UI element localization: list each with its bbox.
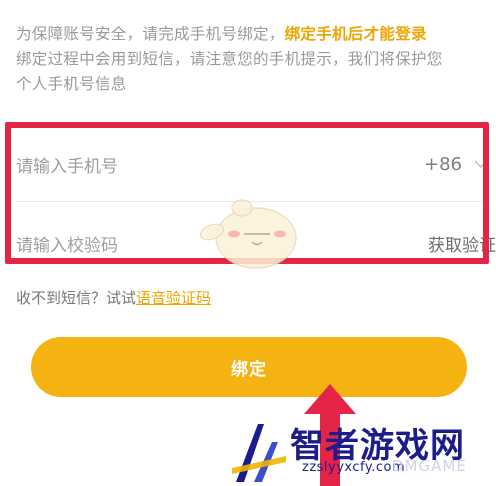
bind-button-label: 绑定 xyxy=(231,359,267,380)
bind-button[interactable]: 绑定 xyxy=(31,337,467,397)
mascot-watermark-icon xyxy=(199,199,297,269)
watermark-url: zzslyyxcfy.com xyxy=(302,460,406,475)
voice-prompt: 收不到短信？试试 xyxy=(16,289,137,307)
notice-line-2: 绑定过程中会用到短信，请注意您的手机提示，我们将保护您 xyxy=(16,50,443,68)
watermark-faint-text: DMGAME xyxy=(392,457,467,475)
watermark-logo-icon xyxy=(232,424,286,482)
voice-code-link[interactable]: 语音验证码 xyxy=(136,289,211,307)
notice-line-3: 个人手机号信息 xyxy=(16,75,127,93)
bind-notice: 为保障账号安全，请完成手机号绑定，绑定手机后才能登录 绑定过程中会用到短信，请注… xyxy=(16,22,486,97)
notice-highlight: 绑定手机后才能登录 xyxy=(284,25,427,43)
voice-code-row: 收不到短信？试试语音验证码 xyxy=(16,287,211,308)
bind-phone-page: 为保障账号安全，请完成手机号绑定，绑定手机后才能登录 绑定过程中会用到短信，请注… xyxy=(0,0,496,486)
notice-text: 为保障账号安全，请完成手机号绑定， xyxy=(16,25,285,43)
